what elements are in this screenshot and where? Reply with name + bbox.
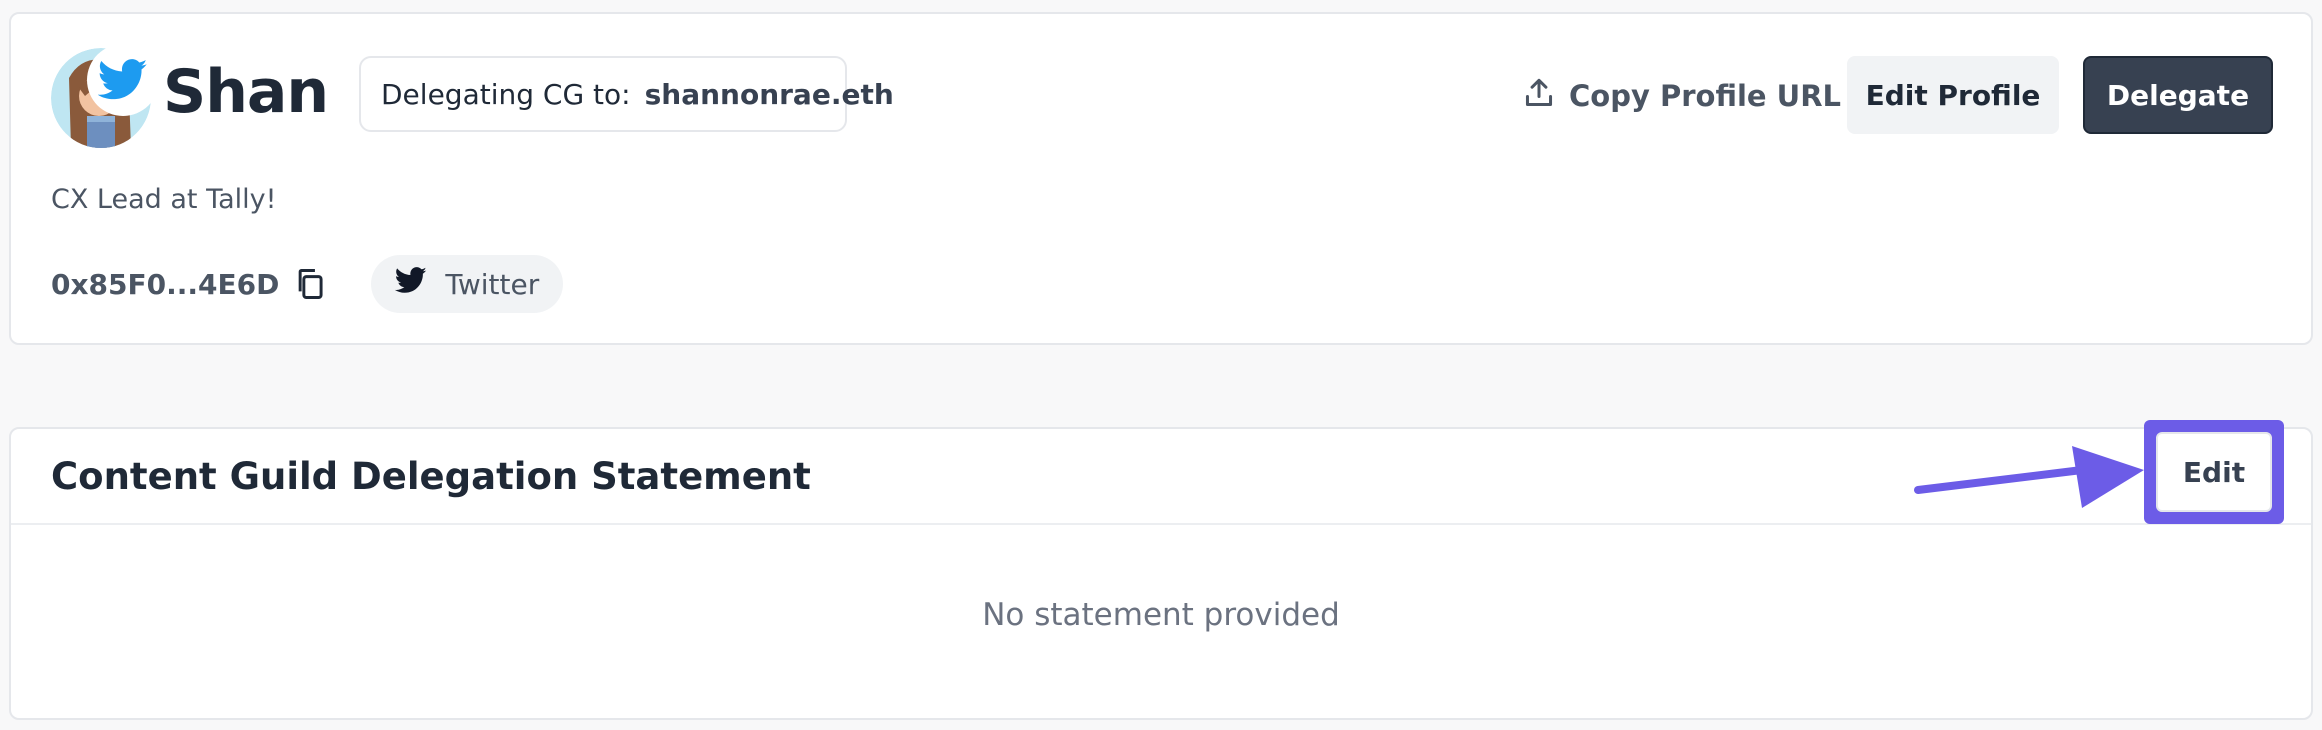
twitter-bird-icon <box>87 44 159 116</box>
upload-share-icon <box>1525 78 1553 115</box>
twitter-label: Twitter <box>445 267 540 301</box>
empty-statement-text: No statement provided <box>982 597 1340 633</box>
statement-title: Content Guild Delegation Statement <box>51 455 811 498</box>
annotation-arrow-icon <box>1914 446 2144 508</box>
delegate-button[interactable]: Delegate <box>2083 56 2273 134</box>
profile-card: Shan Delegating CG to: shannonrae.eth Co… <box>9 12 2313 345</box>
twitter-link[interactable]: Twitter <box>371 255 564 313</box>
profile-name: Shan <box>163 57 329 127</box>
wallet-address: 0x85F0...4E6D <box>51 267 280 301</box>
copy-profile-url-label: Copy Profile URL <box>1569 79 1842 113</box>
delegating-status: Delegating CG to: shannonrae.eth <box>359 56 894 132</box>
copy-profile-url-button[interactable]: Copy Profile URL <box>1525 74 1841 118</box>
edit-statement-button[interactable]: Edit <box>2156 432 2272 512</box>
address-row: 0x85F0...4E6D Twitter <box>51 254 564 314</box>
delegating-target[interactable]: shannonrae.eth <box>645 78 894 111</box>
edit-highlight: Edit <box>2144 420 2284 524</box>
copy-icon[interactable] <box>295 268 325 300</box>
delegating-label: Delegating CG to: <box>381 77 631 111</box>
profile-bio: CX Lead at Tally! <box>51 184 277 215</box>
twitter-icon <box>395 267 427 301</box>
edit-profile-button[interactable]: Edit Profile <box>1847 56 2059 134</box>
